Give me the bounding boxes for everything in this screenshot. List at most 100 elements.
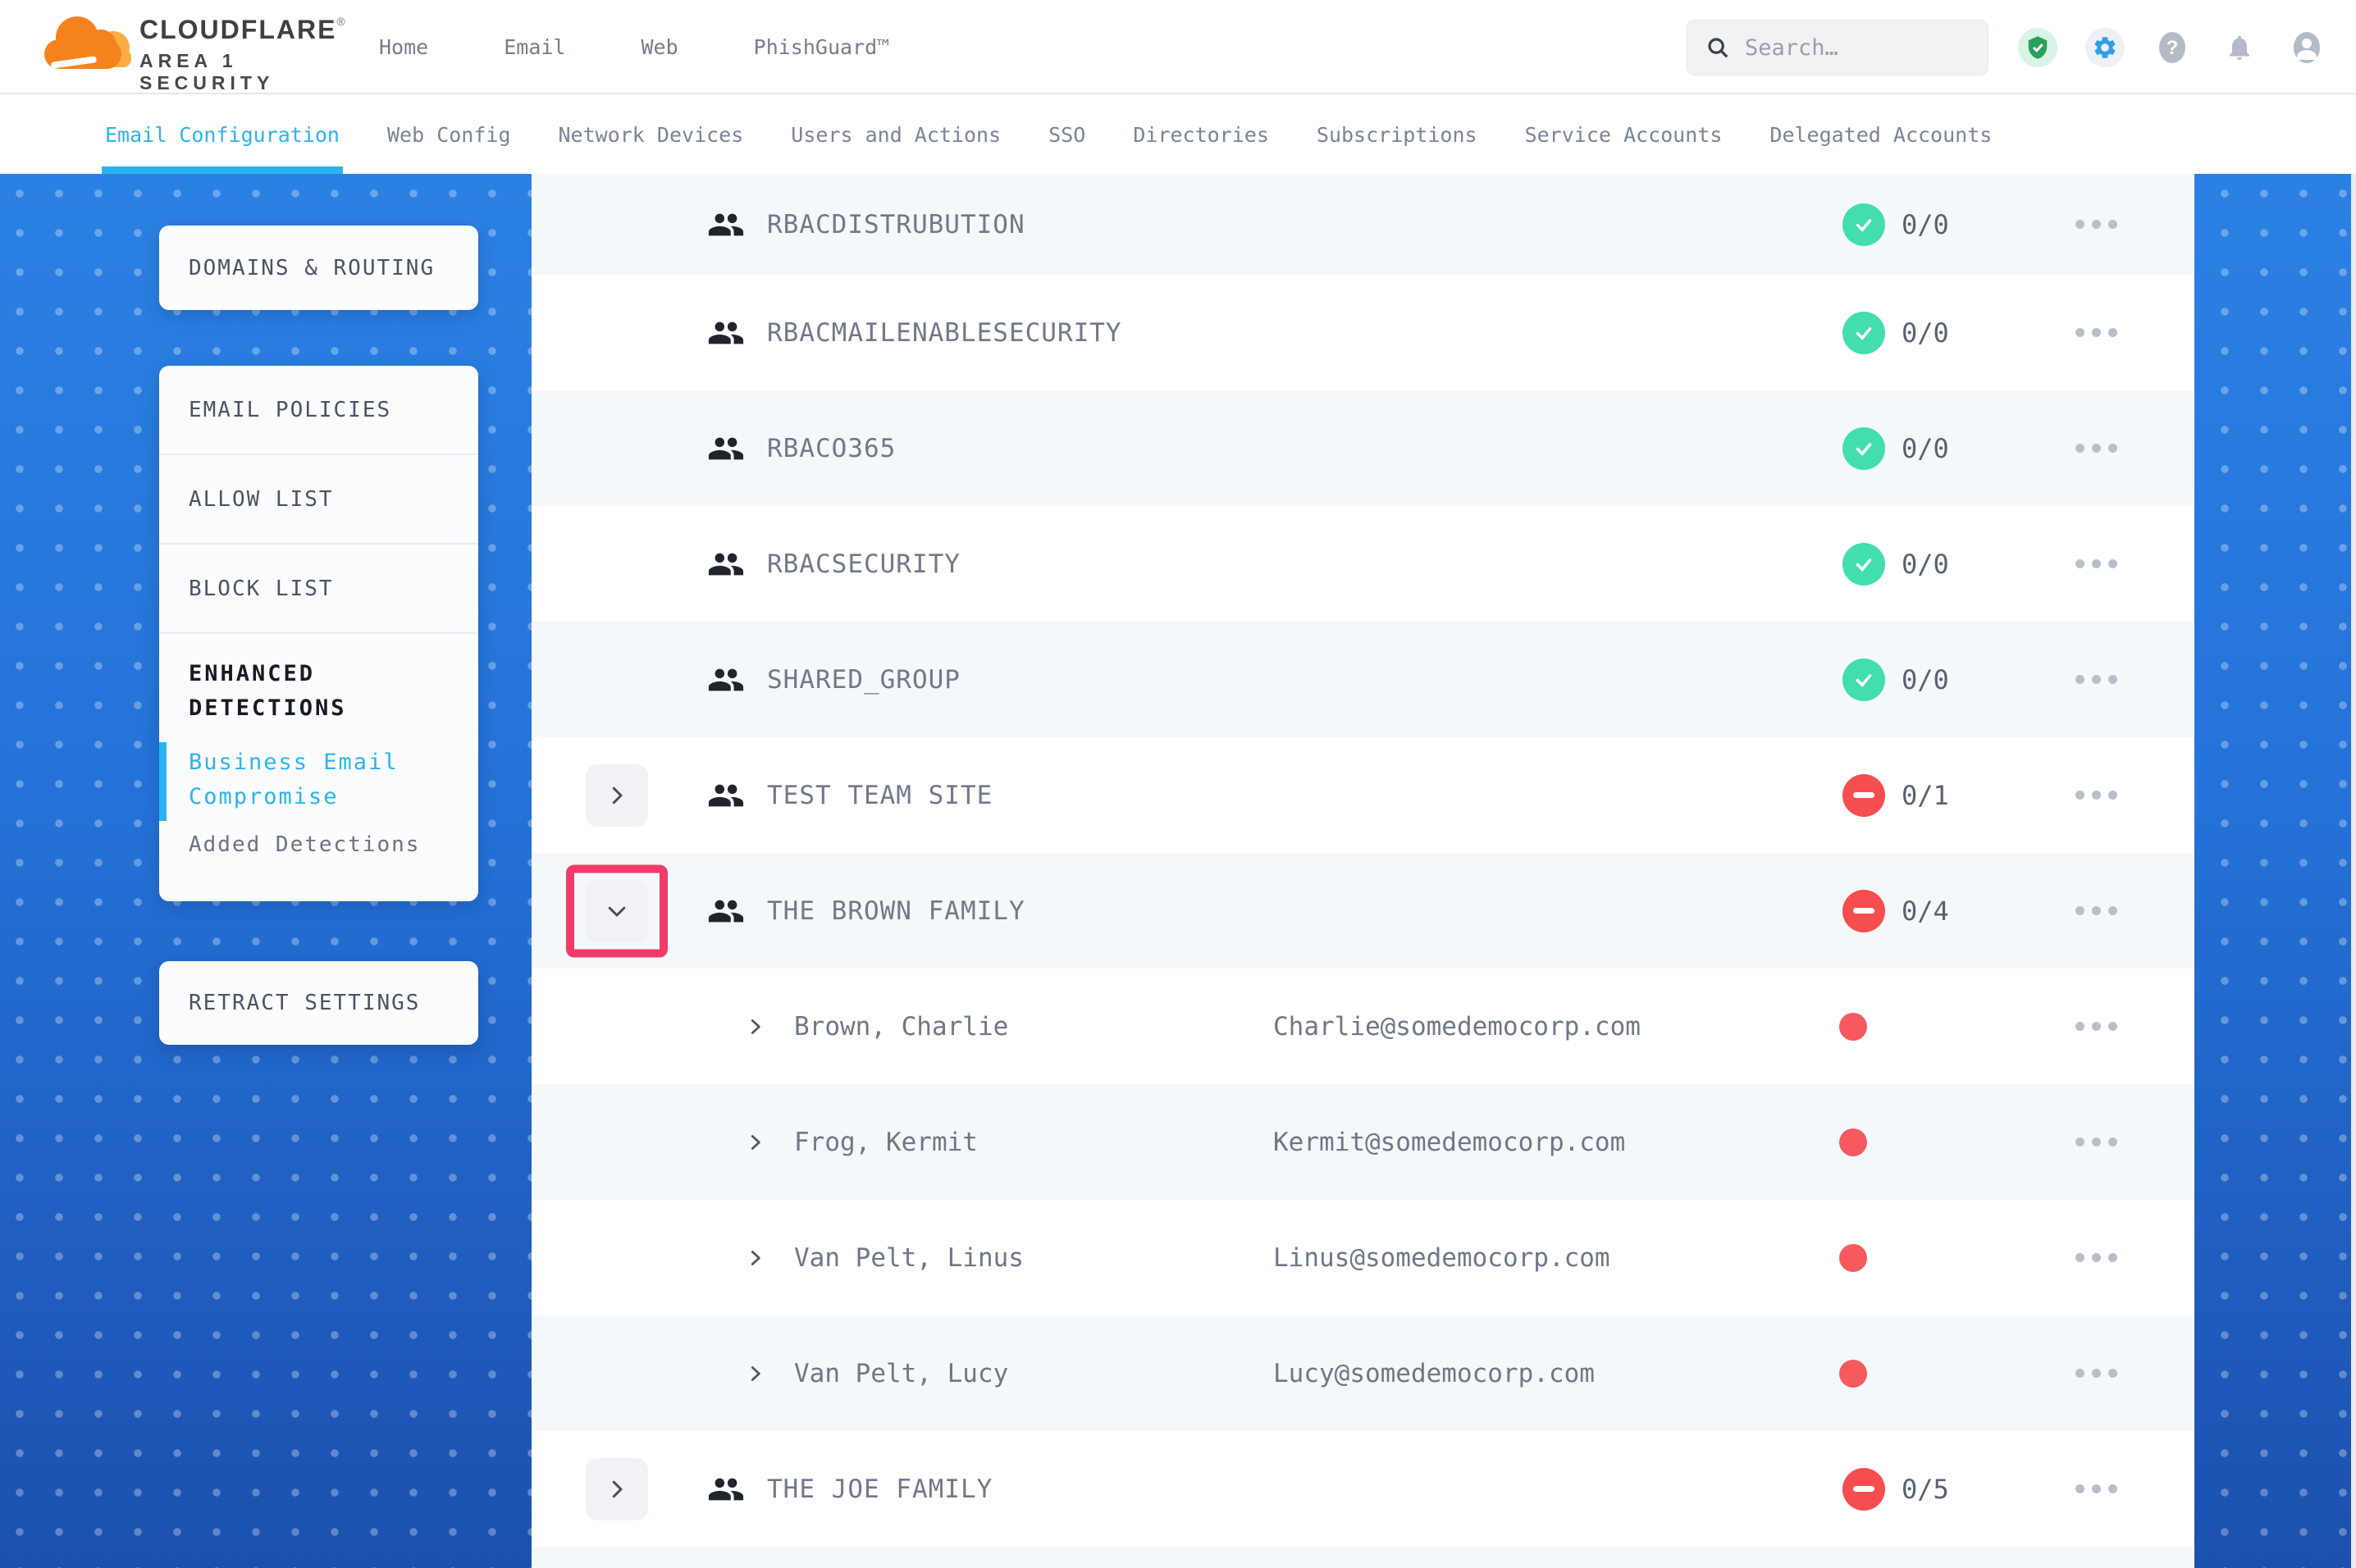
logo-brand: CLOUDFLARE (139, 15, 336, 44)
chevron-right-icon[interactable] (743, 1246, 768, 1270)
help-icon[interactable]: ? (2153, 28, 2192, 67)
table-row[interactable]: THE BROWN FAMILY 0/4 (532, 853, 2194, 969)
status-dot (1839, 1013, 1867, 1041)
member-name: Van Pelt, Linus (794, 1243, 1024, 1273)
status-check-badge (1842, 203, 1885, 246)
group-icon (707, 777, 745, 814)
row-more-menu[interactable] (2057, 1473, 2135, 1506)
group-icon (707, 430, 745, 467)
nav-web[interactable]: Web (641, 35, 678, 59)
member-count: 0/0 (1902, 549, 1949, 580)
sidebar-item-allow-list[interactable]: ALLOW LIST (159, 455, 478, 543)
nav-home[interactable]: Home (379, 35, 428, 59)
tab-sso[interactable]: SSO (1048, 96, 1085, 174)
row-more-menu[interactable] (2057, 432, 2135, 465)
row-more-menu[interactable] (2057, 779, 2135, 812)
member-email: Lucy@somedemocorp.com (1273, 1359, 1595, 1388)
collapse-row-button[interactable] (586, 880, 648, 942)
nav-phishguard[interactable]: PhishGuard™ (754, 35, 890, 59)
sidebar-item-retract-settings[interactable]: RETRACT SETTINGS (159, 961, 478, 1045)
svg-text:?: ? (2167, 37, 2179, 59)
member-row[interactable]: Van Pelt, Linus Linus@somedemocorp.com (532, 1200, 2194, 1315)
status-dot (1839, 1244, 1867, 1272)
expand-row-button[interactable] (586, 764, 648, 827)
groups-table: RBACDISTRUBUTION 0/0 RBACMAILENABLESECUR… (532, 174, 2194, 1568)
nav-email[interactable]: Email (504, 35, 565, 59)
shield-check-icon[interactable] (2018, 28, 2057, 67)
status-minus-badge (1842, 774, 1885, 817)
member-count: 0/0 (1902, 433, 1949, 464)
row-more-menu[interactable] (2057, 895, 2135, 928)
table-row-partial (532, 1547, 2194, 1568)
row-more-menu[interactable] (2057, 317, 2135, 349)
settings-gear-icon[interactable] (2085, 28, 2125, 67)
logo-subbrand: AREA 1 SECURITY (139, 50, 371, 94)
table-row[interactable]: RBACMAILENABLESECURITY 0/0 (532, 275, 2194, 390)
sidebar-item-business-email-compromise[interactable]: Business Email Compromise (189, 745, 435, 814)
group-icon (707, 206, 745, 244)
row-more-menu[interactable] (2057, 208, 2135, 241)
table-row[interactable]: TEST TEAM SITE 0/1 (532, 737, 2194, 853)
sidebar-item-domains-routing[interactable]: DOMAINS & ROUTING (159, 226, 478, 310)
chevron-right-icon[interactable] (743, 1014, 768, 1039)
search-box[interactable] (1687, 20, 1988, 75)
sidebar-item-block-list[interactable]: BLOCK LIST (159, 545, 478, 632)
enhanced-detections-heading: ENHANCED DETECTIONS (189, 657, 435, 726)
sidebar-item-email-policies[interactable]: EMAIL POLICIES (159, 366, 478, 454)
group-name: THE BROWN FAMILY (767, 896, 1025, 926)
status-check-badge (1842, 312, 1885, 354)
table-row[interactable]: RBACO365 0/0 (532, 390, 2194, 506)
row-more-menu[interactable] (2057, 1357, 2135, 1390)
status-check-badge (1842, 427, 1885, 470)
member-row[interactable]: Brown, Charlie Charlie@somedemocorp.com (532, 969, 2194, 1084)
sidebar-policies-card: EMAIL POLICIES ALLOW LIST BLOCK LIST ENH… (159, 366, 478, 901)
expand-row-button[interactable] (586, 1458, 648, 1520)
notifications-bell-icon[interactable] (2220, 28, 2259, 67)
active-item-indicator (159, 742, 167, 821)
header-icon-group: ? (2018, 0, 2326, 94)
primary-nav: Home Email Web PhishGuard™ (379, 0, 889, 94)
chevron-right-icon[interactable] (743, 1361, 768, 1386)
group-name: RBACO365 (767, 434, 896, 463)
row-more-menu[interactable] (2057, 548, 2135, 581)
tab-directories[interactable]: Directories (1133, 96, 1269, 174)
member-count: 0/4 (1902, 896, 1949, 927)
account-avatar-icon[interactable] (2287, 28, 2326, 67)
scrollbar-track[interactable] (2351, 174, 2356, 1568)
group-name: RBACMAILENABLESECURITY (767, 318, 1122, 348)
member-row[interactable]: Van Pelt, Lucy Lucy@somedemocorp.com (532, 1315, 2194, 1431)
row-more-menu[interactable] (2057, 663, 2135, 696)
member-name: Frog, Kermit (794, 1128, 978, 1157)
member-name: Van Pelt, Lucy (794, 1359, 1008, 1388)
status-minus-badge (1842, 1468, 1885, 1511)
tab-network-devices[interactable]: Network Devices (559, 96, 744, 174)
table-row[interactable]: RBACDISTRUBUTION 0/0 (532, 174, 2194, 275)
row-more-menu[interactable] (2057, 1126, 2135, 1159)
table-row[interactable]: RBACSECURITY 0/0 (532, 506, 2194, 622)
row-more-menu[interactable] (2057, 1010, 2135, 1043)
enhanced-detections-section: ENHANCED DETECTIONS Business Email Compr… (159, 634, 478, 857)
top-header: CLOUDFLARE® AREA 1 SECURITY Home Email W… (0, 0, 2356, 94)
member-name: Brown, Charlie (794, 1012, 1008, 1042)
cloudflare-logo[interactable]: CLOUDFLARE® AREA 1 SECURITY (43, 10, 371, 85)
tab-subscriptions[interactable]: Subscriptions (1317, 96, 1477, 174)
status-check-badge (1842, 543, 1885, 586)
chevron-right-icon[interactable] (743, 1130, 768, 1155)
table-row[interactable]: THE JOE FAMILY 0/5 (532, 1431, 2194, 1547)
tab-delegated-accounts[interactable]: Delegated Accounts (1769, 96, 1992, 174)
tab-users-and-actions[interactable]: Users and Actions (791, 96, 1001, 174)
tab-web-config[interactable]: Web Config (387, 96, 511, 174)
row-more-menu[interactable] (2057, 1242, 2135, 1274)
status-dot (1839, 1128, 1867, 1156)
member-row[interactable]: Frog, Kermit Kermit@somedemocorp.com (532, 1084, 2194, 1200)
member-count: 0/5 (1902, 1474, 1949, 1505)
search-input[interactable] (1745, 35, 1966, 61)
secondary-nav: Email Configuration Web Config Network D… (0, 96, 2356, 174)
tab-service-accounts[interactable]: Service Accounts (1525, 96, 1723, 174)
group-name: RBACDISTRUBUTION (767, 210, 1025, 239)
table-row[interactable]: SHARED_GROUP 0/0 (532, 622, 2194, 737)
sidebar-item-added-detections[interactable]: Added Detections (189, 832, 478, 857)
group-icon (707, 545, 745, 583)
tab-email-configuration[interactable]: Email Configuration (105, 96, 340, 174)
status-minus-badge (1842, 890, 1885, 932)
